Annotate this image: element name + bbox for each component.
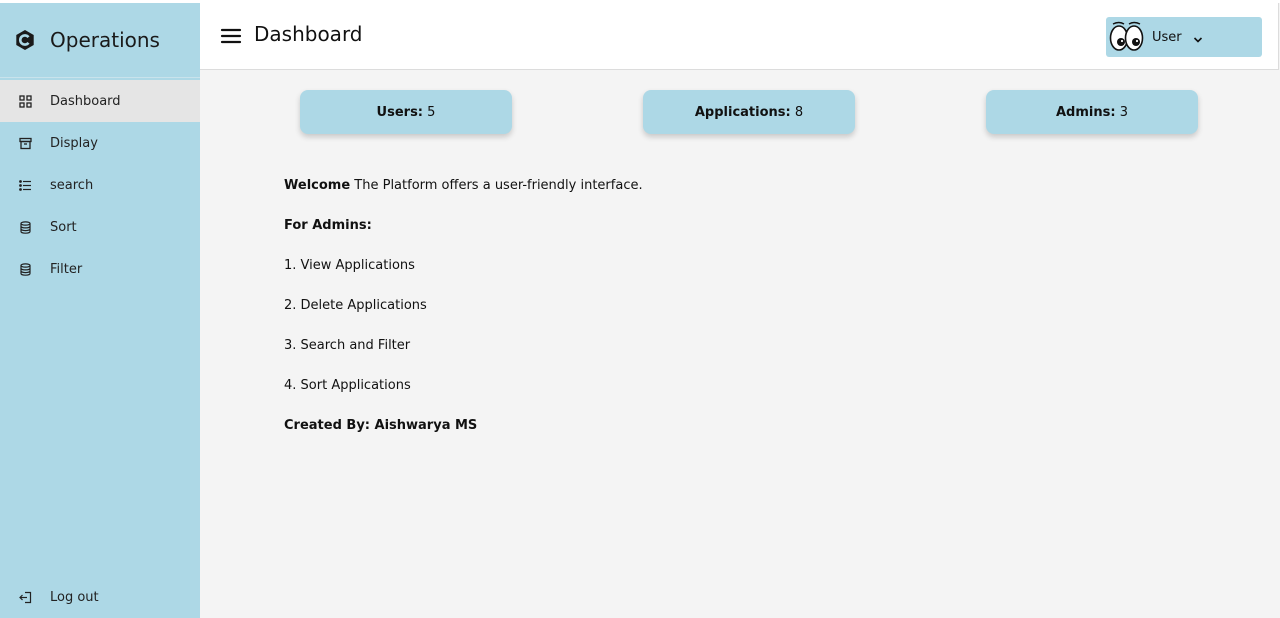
database-icon <box>18 262 32 276</box>
welcome-text: Welcome The Platform offers a user-frien… <box>284 176 1184 216</box>
sidebar-item-search[interactable]: search <box>0 164 200 206</box>
brand[interactable]: Operations <box>0 3 200 78</box>
sidebar: Operations Dashboard Display search Sort… <box>0 3 200 618</box>
grid-icon <box>18 94 32 108</box>
stat-card-applications: Applications: 8 <box>643 90 855 134</box>
sidebar-item-filter[interactable]: Filter <box>0 248 200 290</box>
logout-button[interactable]: Log out <box>0 576 200 618</box>
header: Dashboard User <box>200 3 1279 70</box>
hamburger-menu-icon[interactable] <box>220 25 242 47</box>
database-icon <box>18 220 32 234</box>
sidebar-item-label: search <box>50 177 94 193</box>
main-content: Welcome The Platform offers a user-frien… <box>284 176 1184 456</box>
list-item: 3. Search and Filter <box>284 338 411 353</box>
sidebar-item-label: Filter <box>50 261 83 277</box>
page-title: Dashboard <box>254 22 363 46</box>
stat-card-admins: Admins: 3 <box>986 90 1198 134</box>
sidebar-item-label: Display <box>50 135 98 151</box>
sidebar-item-label: Sort <box>50 219 77 235</box>
logout-icon <box>18 590 32 604</box>
stat-value: 8 <box>794 104 804 120</box>
list-item: 1. View Applications <box>284 258 415 273</box>
sidebar-nav: Dashboard Display search Sort Filter <box>0 80 200 290</box>
user-name: User <box>1152 29 1182 45</box>
sidebar-item-label: Dashboard <box>50 93 121 109</box>
user-menu-button[interactable]: User <box>1106 17 1262 57</box>
stat-value: 5 <box>427 104 436 120</box>
archive-icon <box>18 136 32 150</box>
brand-logo-icon <box>14 29 36 51</box>
welcome-bold: Welcome <box>284 178 351 193</box>
sidebar-item-display[interactable]: Display <box>0 122 200 164</box>
created-by: Created By: Aishwarya MS <box>284 418 478 433</box>
admins-heading: For Admins: <box>284 218 372 233</box>
app: Operations Dashboard Display search Sort… <box>0 0 1280 618</box>
avatar <box>1108 19 1144 55</box>
sidebar-item-dashboard[interactable]: Dashboard <box>0 80 200 122</box>
list-item: 4. Sort Applications <box>284 378 411 393</box>
brand-title: Operations <box>50 28 160 52</box>
chevron-down-icon <box>1192 31 1204 43</box>
stat-label: Admins: <box>1056 104 1116 120</box>
list-item: 2. Delete Applications <box>284 298 427 313</box>
logout-label: Log out <box>50 589 99 605</box>
stat-label: Users: <box>376 104 424 120</box>
stat-card-users: Users: 5 <box>300 90 512 134</box>
stat-value: 3 <box>1119 104 1128 120</box>
welcome-message: The Platform offers a user-friendly inte… <box>350 178 643 193</box>
sidebar-item-sort[interactable]: Sort <box>0 206 200 248</box>
stat-label: Applications: <box>694 104 791 120</box>
list-icon <box>18 178 32 192</box>
